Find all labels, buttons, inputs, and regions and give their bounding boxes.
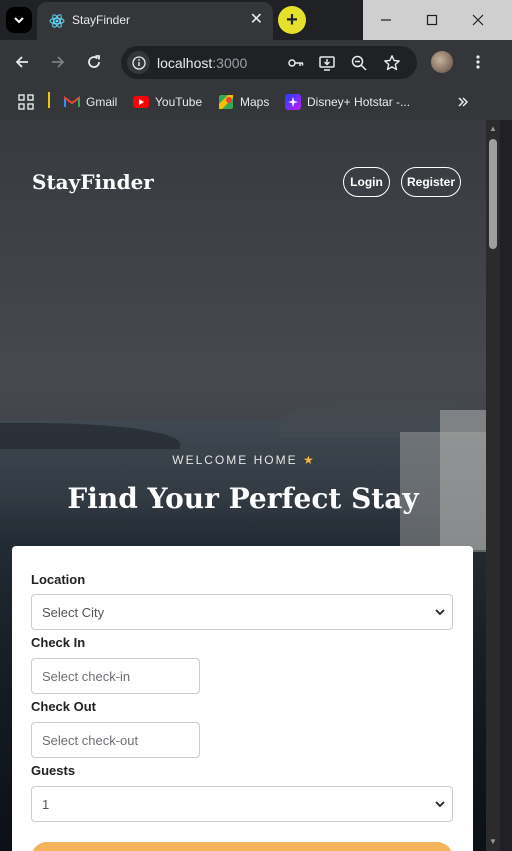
info-icon xyxy=(131,55,146,70)
register-button[interactable]: Register xyxy=(401,167,461,197)
url-port: :3000 xyxy=(212,55,248,71)
bookmark-gmail[interactable]: Gmail xyxy=(64,93,117,111)
password-key-icon[interactable] xyxy=(287,54,305,72)
close-tab-icon[interactable]: ✕ xyxy=(250,11,263,29)
bookmarks-bar: Gmail YouTube Maps Disney+ Hotstar -... xyxy=(0,84,512,120)
forward-button[interactable] xyxy=(46,50,70,74)
site-info-button[interactable] xyxy=(127,51,150,74)
location-select-value: Select City xyxy=(42,604,105,620)
checkout-placeholder: Select check-out xyxy=(42,732,139,748)
location-select[interactable]: Select City xyxy=(31,594,453,630)
guests-select-value: 1 xyxy=(42,796,50,812)
checkin-placeholder: Select check-in xyxy=(42,668,131,684)
chevron-double-right-icon xyxy=(458,97,469,107)
browser-toolbar: localhost:3000 xyxy=(0,40,512,84)
checkout-field[interactable]: Select check-out xyxy=(31,722,200,758)
bookmark-star-icon[interactable] xyxy=(383,54,401,72)
guests-label: Guests xyxy=(31,763,76,778)
bookmark-label: Disney+ Hotstar -... xyxy=(307,95,411,109)
hotstar-icon xyxy=(285,94,301,110)
search-button[interactable] xyxy=(31,842,453,851)
guests-select[interactable]: 1 xyxy=(31,786,453,822)
address-bar[interactable]: localhost:3000 xyxy=(121,46,417,79)
bookmark-label: Maps xyxy=(240,95,270,109)
close-window-button[interactable] xyxy=(455,0,501,40)
welcome-text: WELCOME HOME ★ xyxy=(0,453,486,467)
bookmark-hotstar[interactable]: Disney+ Hotstar -... xyxy=(285,93,410,111)
checkin-field[interactable]: Select check-in xyxy=(31,658,200,694)
minimize-button[interactable] xyxy=(363,0,409,40)
kebab-menu-icon xyxy=(476,55,480,69)
star-icon: ★ xyxy=(302,453,314,467)
zoom-icon[interactable] xyxy=(350,54,368,72)
login-button[interactable]: Login xyxy=(343,167,390,197)
tab-strip: StayFinder ✕ + xyxy=(0,0,512,40)
arrow-left-icon xyxy=(15,56,28,68)
checkout-label: Check Out xyxy=(31,699,97,714)
chevron-down-icon xyxy=(14,17,24,24)
back-button[interactable] xyxy=(10,50,34,74)
reload-button[interactable] xyxy=(82,50,106,74)
react-icon xyxy=(49,14,65,28)
page-viewport: StayFinder Login Register WELCOME HOME ★… xyxy=(0,120,486,851)
window-edge xyxy=(500,120,512,851)
welcome-label: WELCOME HOME xyxy=(172,453,298,467)
reload-icon xyxy=(88,55,100,68)
tab-title: StayFinder xyxy=(72,13,131,27)
maps-icon xyxy=(219,95,233,109)
apps-button[interactable] xyxy=(18,93,34,111)
apps-grid-icon xyxy=(18,94,34,110)
profile-avatar[interactable] xyxy=(431,51,453,73)
bookmark-divider xyxy=(48,92,50,108)
tab-search-button[interactable] xyxy=(6,7,32,33)
arrow-right-icon xyxy=(52,56,65,68)
gmail-icon xyxy=(64,96,80,107)
bookmark-label: YouTube xyxy=(155,95,203,109)
chevron-down-icon xyxy=(435,609,445,616)
maximize-icon xyxy=(426,14,438,26)
search-form-card: Location Select City Check In Select che… xyxy=(12,546,473,851)
scroll-thumb[interactable] xyxy=(489,139,497,249)
install-app-icon[interactable] xyxy=(318,54,336,72)
minimize-icon xyxy=(381,19,391,21)
url-text: localhost:3000 xyxy=(157,55,247,71)
scroll-up-arrow-icon[interactable]: ▲ xyxy=(488,124,498,134)
bookmark-maps[interactable]: Maps xyxy=(218,93,269,111)
maximize-button[interactable] xyxy=(409,0,455,40)
url-host: localhost xyxy=(157,55,213,71)
chevron-down-icon xyxy=(435,801,445,808)
location-label: Location xyxy=(31,572,86,587)
hero-headline: Find Your Perfect Stay xyxy=(67,482,419,515)
scroll-down-arrow-icon[interactable]: ▼ xyxy=(488,837,498,847)
youtube-icon xyxy=(133,96,149,108)
close-icon xyxy=(472,14,484,26)
new-tab-button[interactable]: + xyxy=(278,6,306,34)
bookmark-youtube[interactable]: YouTube xyxy=(133,93,202,111)
site-logo[interactable]: StayFinder xyxy=(32,170,154,194)
checkin-label: Check In xyxy=(31,635,86,650)
more-bookmarks-button[interactable] xyxy=(457,93,469,111)
browser-menu-button[interactable] xyxy=(466,50,490,74)
bookmark-label: Gmail xyxy=(86,95,118,109)
browser-tab[interactable]: StayFinder ✕ xyxy=(37,2,273,40)
